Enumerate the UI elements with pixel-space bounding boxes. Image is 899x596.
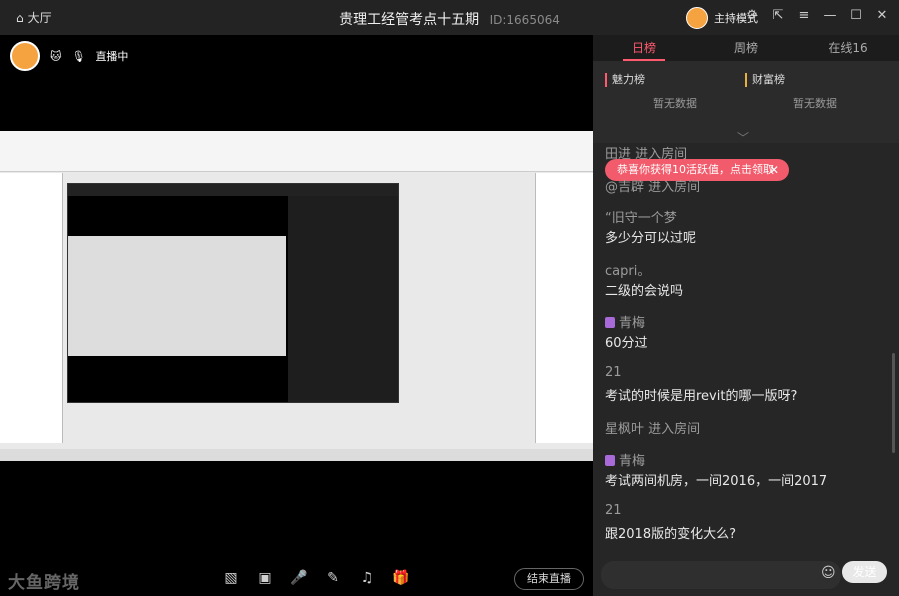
title-bar: ⌂ 大厅 贵理工经管考点十五期 ID:1665064 主持模式 ⚙ ⇱ ≡ — … — [0, 0, 899, 35]
chat-text: 考试的时候是用revit的哪一版呀? — [605, 389, 798, 404]
charm-rank: 魅力榜 暂无数据 — [605, 73, 745, 111]
nested-screen — [68, 236, 286, 356]
chat-scrollbar[interactable] — [892, 353, 895, 453]
live-header: 🐱 🎙 直播中 — [10, 41, 128, 71]
close-icon[interactable]: ✕ — [875, 8, 889, 24]
settings-icon[interactable]: ⚙ — [745, 8, 759, 24]
status-bar — [0, 449, 593, 461]
chat-text: 60分过 — [605, 336, 648, 351]
chat-username: 21 — [605, 365, 622, 380]
brand-watermark: 大鱼跨境 — [8, 573, 80, 593]
charm-no-data: 暂无数据 — [653, 97, 697, 110]
streamer-avatar — [10, 41, 40, 71]
screen-share-icon[interactable]: ▣ — [256, 569, 274, 587]
emoji-icon[interactable]: ☺ — [821, 565, 836, 581]
chat-username: 21 — [605, 503, 622, 518]
rank-section: 魅力榜 暂无数据 财富榜 暂无数据 ﹀ — [593, 61, 899, 145]
send-button[interactable]: 发送 — [842, 561, 887, 583]
chat-username-row: 青梅 — [605, 312, 645, 331]
wealth-rank-title: 财富榜 — [745, 73, 885, 87]
chat-list: 田进 进入房间 恭喜你获得10活跃值，点击领取 ✕ @吉辟 进入房间 “旧守一个… — [593, 143, 899, 561]
microphone-icon[interactable]: 🎤 — [290, 569, 308, 587]
maximize-icon[interactable]: ☐ — [849, 8, 863, 24]
mic-icon: 🎙 — [71, 49, 86, 63]
tab-daily[interactable]: 日榜 — [593, 35, 695, 61]
chat-username: 青梅 — [619, 316, 646, 331]
admin-badge-icon — [605, 455, 615, 466]
chat-username: 青梅 — [619, 454, 646, 469]
menu-icon[interactable]: ≡ — [797, 8, 811, 24]
toast-text: 恭喜你获得10活跃值，点击领取 — [617, 163, 774, 176]
gift-icon[interactable]: 🎁 — [392, 569, 410, 587]
close-icon[interactable]: ✕ — [769, 159, 779, 181]
end-live-button[interactable]: 结束直播 — [514, 568, 584, 590]
bottom-toolbar: 大鱼跨境 ▧ ▣ 🎤 ✎ ♫ 🎁 结束直播 — [0, 561, 593, 596]
live-status: 直播中 — [95, 50, 129, 63]
rank-tabs: 日榜 周榜 在线16 — [593, 35, 899, 61]
chat-username-row: 青梅 — [605, 450, 645, 469]
window-controls: ⚙ ⇱ ≡ — ☐ ✕ — [745, 8, 889, 24]
chat-text: 考试两间机房，一间2016，一间2017 — [605, 474, 828, 489]
cat-icon: 🐱 — [50, 49, 62, 63]
chat-text: 多少分可以过呢 — [605, 231, 697, 246]
nested-title-bar — [68, 184, 398, 196]
wealth-no-data: 暂无数据 — [793, 97, 837, 110]
chat-text: 二级的会说吗 — [605, 284, 684, 299]
side-panel: 日榜 周榜 在线16 魅力榜 暂无数据 财富榜 暂无数据 ﹀ 田进 进入房间 恭… — [593, 35, 899, 596]
chat-input-bar: ☺ 发送 — [593, 561, 899, 596]
tab-online[interactable]: 在线16 — [797, 35, 899, 61]
live-video-area: 🐱 🎙 直播中 — [0, 35, 594, 561]
nested-chat — [288, 196, 398, 402]
wealth-rank: 财富榜 暂无数据 — [745, 73, 885, 111]
chat-username: “旧守一个梦 — [605, 211, 677, 226]
room-title: 贵理工经管考点十五期 — [339, 12, 480, 28]
nested-stream-window — [67, 183, 399, 403]
chat-text: 跟2018版的变化大么? — [605, 527, 736, 542]
list-item: 星枫叶 进入房间 — [605, 422, 701, 437]
chat-input[interactable] — [601, 561, 841, 589]
host-avatar — [686, 7, 708, 29]
revit-ribbon — [0, 131, 593, 172]
tool-buttons: ▧ ▣ 🎤 ✎ ♫ 🎁 — [222, 569, 410, 587]
chat-username: capri。 — [605, 264, 651, 279]
room-id: ID:1665064 — [489, 13, 560, 27]
edit-icon[interactable]: ✎ — [324, 569, 342, 587]
music-icon[interactable]: ♫ — [358, 569, 376, 587]
admin-badge-icon — [605, 317, 615, 328]
charm-rank-title: 魅力榜 — [605, 73, 745, 87]
project-browser — [535, 173, 594, 443]
list-item: @吉辟 进入房间 — [605, 180, 701, 195]
camera-off-icon[interactable]: ▧ — [222, 569, 240, 587]
tab-weekly[interactable]: 周榜 — [695, 35, 797, 61]
share-icon[interactable]: ⇱ — [771, 8, 785, 24]
shared-screen — [0, 131, 594, 461]
minimize-icon[interactable]: — — [823, 8, 837, 24]
properties-panel — [0, 173, 63, 443]
